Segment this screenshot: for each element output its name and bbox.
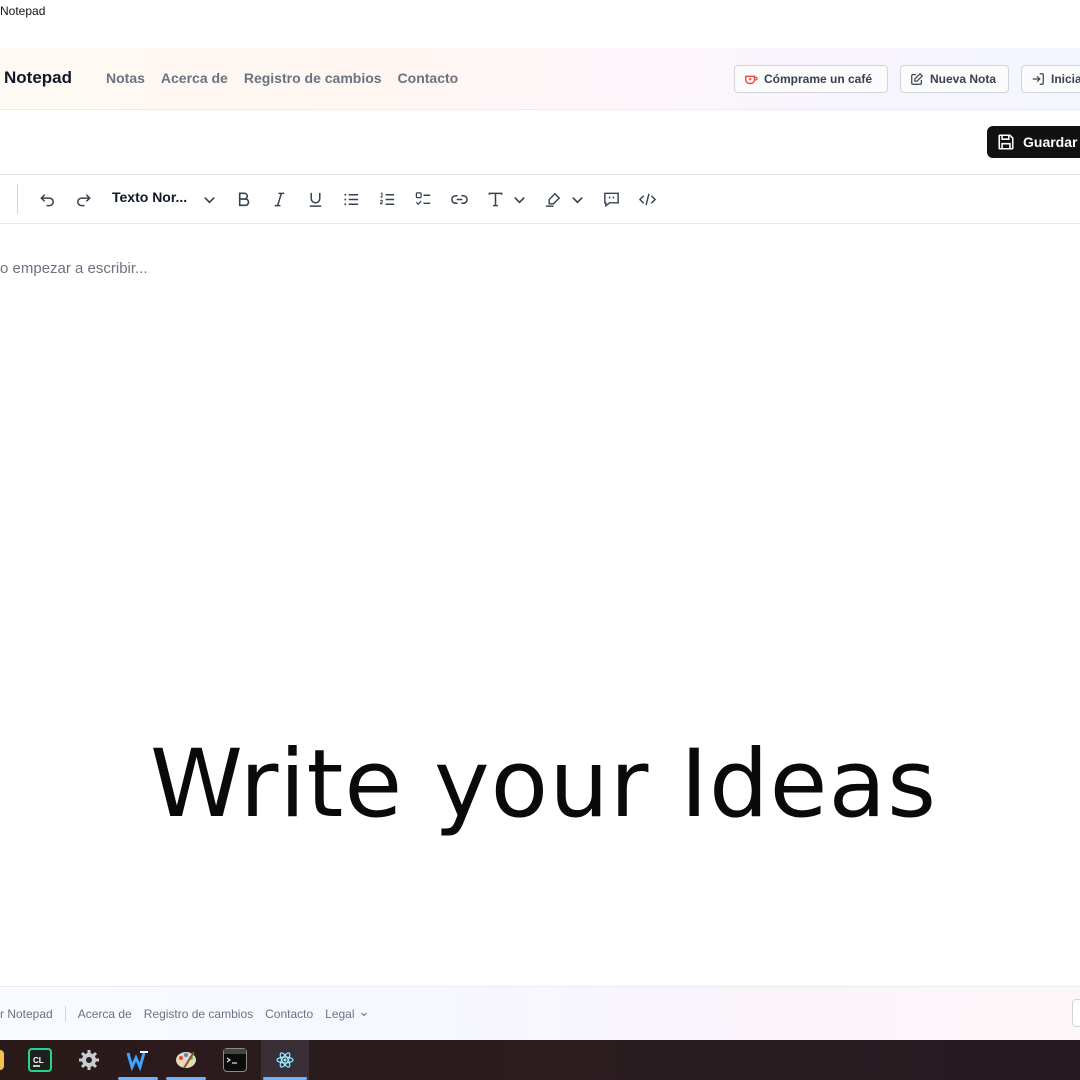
footer-link-contacto[interactable]: Contacto bbox=[265, 1007, 313, 1021]
italic-button[interactable] bbox=[268, 188, 290, 210]
brand-logo-text[interactable]: Notepad bbox=[4, 68, 72, 88]
footer-brand: r Notepad bbox=[0, 1007, 53, 1021]
buy-coffee-button[interactable]: Cómprame un café bbox=[734, 65, 888, 93]
link-button[interactable] bbox=[448, 188, 470, 210]
ordered-list-button[interactable] bbox=[376, 188, 398, 210]
file-explorer-icon[interactable] bbox=[0, 1050, 4, 1070]
app-header: Notepad Notas Acerca de Registro de camb… bbox=[0, 48, 1080, 110]
save-label: Guardar bbox=[1023, 134, 1078, 150]
login-label: Inicia bbox=[1051, 72, 1080, 86]
footer-right-control[interactable] bbox=[1072, 999, 1080, 1027]
main-nav: Notas Acerca de Registro de cambios Cont… bbox=[106, 70, 458, 86]
coffee-cup-icon bbox=[745, 75, 758, 85]
comment-button[interactable] bbox=[600, 188, 622, 210]
electron-icon[interactable] bbox=[273, 1048, 297, 1072]
nav-registro-de-cambios[interactable]: Registro de cambios bbox=[244, 70, 382, 86]
nav-contacto[interactable]: Contacto bbox=[398, 70, 459, 86]
footer-link-acerca-de[interactable]: Acerca de bbox=[78, 1007, 132, 1021]
toolbar-divider bbox=[17, 184, 18, 214]
chevron-down-icon bbox=[513, 196, 525, 203]
code-button[interactable] bbox=[636, 188, 658, 210]
undo-button[interactable] bbox=[36, 188, 58, 210]
new-note-button[interactable]: Nueva Nota bbox=[900, 65, 1009, 93]
hero-text: Write your Ideas bbox=[150, 730, 938, 839]
new-note-label: Nueva Nota bbox=[930, 72, 997, 86]
login-arrow-icon bbox=[1032, 73, 1044, 85]
underline-icon bbox=[309, 192, 321, 207]
bullet-list-icon bbox=[343, 193, 358, 205]
footer-link-registro[interactable]: Registro de cambios bbox=[144, 1007, 253, 1021]
footer-divider bbox=[64, 1006, 66, 1022]
editor-area[interactable]: o empezar a escribir... Write your Ideas bbox=[0, 224, 1080, 986]
terminal-icon[interactable] bbox=[223, 1048, 247, 1072]
window-title: Notepad bbox=[0, 4, 46, 18]
save-floppy-icon bbox=[998, 134, 1014, 150]
highlight-button[interactable] bbox=[542, 188, 564, 210]
text-format-button[interactable] bbox=[484, 188, 506, 210]
app-footer: r Notepad Acerca de Registro de cambios … bbox=[0, 986, 1080, 1040]
underline-button[interactable] bbox=[304, 188, 326, 210]
svg-text:CL: CL bbox=[33, 1056, 44, 1065]
chevron-down-icon bbox=[360, 1012, 367, 1017]
redo-button[interactable] bbox=[72, 188, 94, 210]
italic-icon bbox=[274, 192, 284, 206]
highlight-icon bbox=[545, 192, 560, 207]
redo-icon bbox=[76, 193, 91, 206]
code-icon bbox=[638, 193, 656, 205]
text-format-dropdown[interactable] bbox=[508, 188, 530, 210]
ordered-list-icon bbox=[379, 192, 394, 205]
checklist-button[interactable] bbox=[412, 188, 434, 210]
edit-square-icon bbox=[911, 72, 924, 85]
paint-icon[interactable] bbox=[174, 1048, 198, 1072]
save-bar: Guardar bbox=[0, 110, 1080, 175]
settings-icon[interactable] bbox=[77, 1048, 101, 1072]
footer-links: r Notepad Acerca de Registro de cambios … bbox=[0, 1006, 381, 1022]
checklist-icon bbox=[415, 191, 430, 205]
block-type-select[interactable]: Texto Nor... bbox=[112, 189, 187, 205]
nav-notas[interactable]: Notas bbox=[106, 70, 145, 86]
editor-toolbar: Texto Nor... bbox=[0, 175, 1080, 224]
buy-coffee-label: Cómprame un café bbox=[764, 72, 873, 86]
undo-icon bbox=[39, 193, 54, 206]
chevron-down-icon bbox=[571, 196, 583, 203]
comment-icon bbox=[603, 192, 619, 207]
nav-acerca-de[interactable]: Acerca de bbox=[161, 70, 228, 86]
window-titlebar: Notepad bbox=[0, 0, 1080, 48]
bold-icon bbox=[238, 192, 249, 206]
link-icon bbox=[450, 194, 468, 204]
wps-icon[interactable] bbox=[126, 1048, 150, 1072]
bullet-list-button[interactable] bbox=[340, 188, 362, 210]
editor-placeholder: o empezar a escribir... bbox=[0, 260, 148, 277]
block-type-dropdown[interactable] bbox=[198, 188, 220, 210]
os-taskbar: CL bbox=[0, 1040, 1080, 1080]
clion-icon[interactable]: CL bbox=[28, 1048, 52, 1072]
highlight-dropdown[interactable] bbox=[566, 188, 588, 210]
text-format-icon bbox=[488, 192, 502, 206]
footer-legal-label: Legal bbox=[325, 1007, 355, 1021]
chevron-down-icon bbox=[203, 196, 215, 203]
login-button[interactable]: Inicia bbox=[1021, 65, 1080, 93]
footer-link-legal[interactable]: Legal bbox=[325, 1007, 368, 1021]
save-button[interactable]: Guardar bbox=[987, 126, 1080, 158]
bold-button[interactable] bbox=[232, 188, 254, 210]
